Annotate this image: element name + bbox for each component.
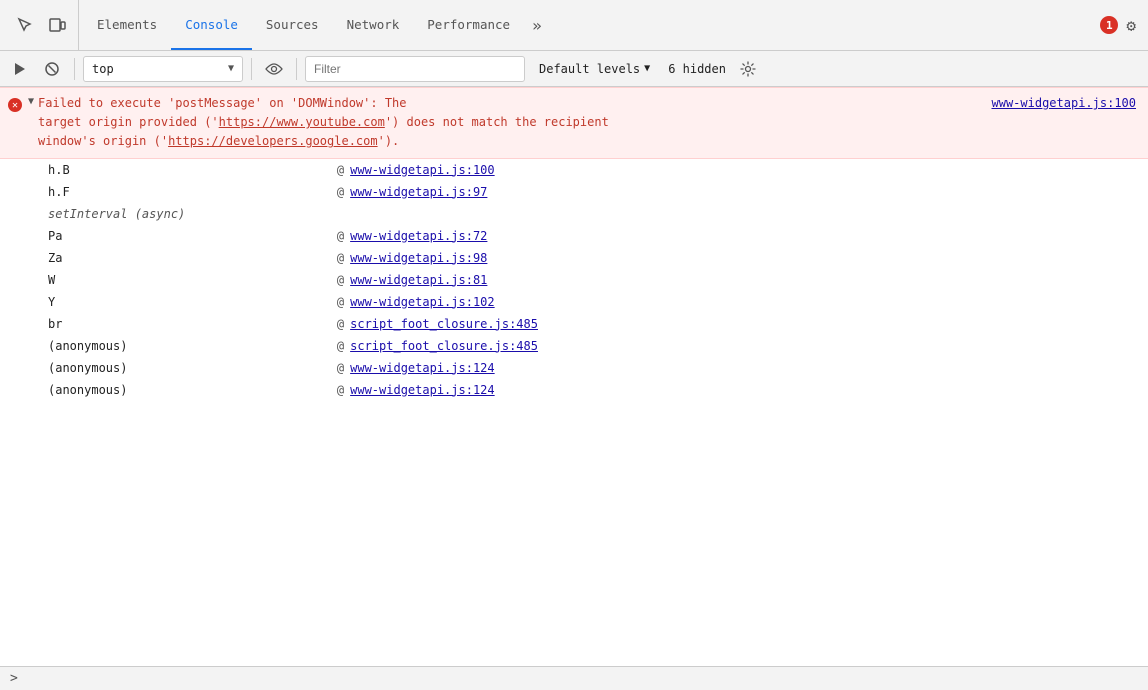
error-source-link[interactable]: www-widgetapi.js:100 [984, 92, 1148, 110]
tab-performance[interactable]: Performance [413, 0, 524, 50]
error-badge[interactable]: 1 [1100, 16, 1118, 34]
toolbar-divider-1 [74, 58, 75, 80]
stack-frame: h.B @ www-widgetapi.js:100 [0, 159, 1148, 181]
stack-frame: (anonymous) @ www-widgetapi.js:124 [0, 357, 1148, 379]
stack-at-symbol: @ [308, 163, 344, 177]
stack-fn-name: setInterval (async) [48, 207, 308, 221]
tab-sources[interactable]: Sources [252, 0, 333, 50]
eye-button[interactable] [260, 56, 288, 82]
stack-at-symbol: @ [308, 229, 344, 243]
devtools-icons [4, 0, 79, 50]
stack-fn-name: h.F [48, 185, 308, 199]
stack-fn-name: (anonymous) [48, 361, 308, 375]
console-toolbar: top ▼ Default levels ▼ 6 hidden [0, 51, 1148, 87]
bottom-bar: > [0, 666, 1148, 690]
stack-source-link[interactable]: www-widgetapi.js:124 [350, 361, 495, 375]
console-output: ✕ ▼ Failed to execute 'postMessage' on '… [0, 87, 1148, 666]
tab-bar: Elements Console Sources Network Perform… [0, 0, 1148, 51]
stack-fn-name: Za [48, 251, 308, 265]
execute-button[interactable] [6, 56, 34, 82]
youtube-link[interactable]: https://www.youtube.com [219, 115, 385, 129]
stack-frame: Y @ www-widgetapi.js:102 [0, 291, 1148, 313]
context-selector-arrow: ▼ [228, 63, 234, 74]
stack-at-symbol: @ [308, 361, 344, 375]
stack-source-link[interactable]: www-widgetapi.js:72 [350, 229, 487, 243]
settings-icon[interactable]: ⚙ [1126, 16, 1136, 35]
tab-console[interactable]: Console [171, 0, 252, 50]
log-levels-button[interactable]: Default levels ▼ [533, 56, 656, 82]
stack-frame: setInterval (async) [0, 203, 1148, 225]
stack-at-symbol: @ [308, 185, 344, 199]
stack-at-symbol: @ [308, 273, 344, 287]
stack-frame: Za @ www-widgetapi.js:98 [0, 247, 1148, 269]
cursor-icon[interactable] [12, 12, 38, 38]
device-icon[interactable] [44, 12, 70, 38]
stack-fn-name: (anonymous) [48, 339, 308, 353]
stack-source-link[interactable]: script_foot_closure.js:485 [350, 317, 538, 331]
stack-fn-name: Y [48, 295, 308, 309]
stack-source-link[interactable]: www-widgetapi.js:124 [350, 383, 495, 397]
clear-console-button[interactable] [38, 56, 66, 82]
tab-list: Elements Console Sources Network Perform… [83, 0, 550, 50]
error-text: Failed to execute 'postMessage' on 'DOMW… [38, 92, 983, 154]
tab-network[interactable]: Network [333, 0, 414, 50]
console-prompt[interactable]: > [10, 671, 18, 686]
stack-fn-name: W [48, 273, 308, 287]
filter-input[interactable] [305, 56, 525, 82]
stack-source-link[interactable]: www-widgetapi.js:102 [350, 295, 495, 309]
stack-frame: (anonymous) @ www-widgetapi.js:124 [0, 379, 1148, 401]
context-selector[interactable]: top ▼ [83, 56, 243, 82]
stack-frame: W @ www-widgetapi.js:81 [0, 269, 1148, 291]
toolbar-divider-2 [251, 58, 252, 80]
error-icon-col: ✕ [0, 92, 28, 112]
stack-frame: (anonymous) @ script_foot_closure.js:485 [0, 335, 1148, 357]
google-link[interactable]: https://developers.google.com [168, 134, 378, 148]
stack-source-link[interactable]: www-widgetapi.js:100 [350, 163, 495, 177]
stack-at-symbol: @ [308, 295, 344, 309]
tab-right-controls: 1 ⚙ [1100, 16, 1144, 35]
stack-frame: br @ script_foot_closure.js:485 [0, 313, 1148, 335]
stack-fn-name: Pa [48, 229, 308, 243]
error-count-icon: 1 [1100, 16, 1118, 34]
console-settings-button[interactable] [734, 56, 762, 82]
stack-source-link[interactable]: www-widgetapi.js:98 [350, 251, 487, 265]
stack-frame: h.F @ www-widgetapi.js:97 [0, 181, 1148, 203]
stack-source-link[interactable]: script_foot_closure.js:485 [350, 339, 538, 353]
stack-at-symbol: @ [308, 383, 344, 397]
more-tabs-button[interactable]: » [524, 0, 550, 50]
stack-at-symbol: @ [308, 339, 344, 353]
stack-fn-name: (anonymous) [48, 383, 308, 397]
stack-at-symbol: @ [308, 251, 344, 265]
error-line1: Failed to execute 'postMessage' on 'DOMW… [38, 96, 406, 110]
levels-arrow-icon: ▼ [644, 63, 650, 74]
stack-fn-name: br [48, 317, 308, 331]
hidden-count: 6 hidden [668, 62, 726, 76]
stack-at-symbol: @ [308, 317, 344, 331]
tab-elements[interactable]: Elements [83, 0, 171, 50]
error-expand-icon[interactable]: ▼ [28, 92, 38, 107]
stack-frame: Pa @ www-widgetapi.js:72 [0, 225, 1148, 247]
toolbar-divider-3 [296, 58, 297, 80]
stack-frames: h.B @ www-widgetapi.js:100h.F @ www-widg… [0, 159, 1148, 401]
error-line2: target origin provided ('https://www.you… [38, 115, 609, 129]
error-line3: window's origin ('https://developers.goo… [38, 134, 399, 148]
stack-source-link[interactable]: www-widgetapi.js:97 [350, 185, 487, 199]
stack-source-link[interactable]: www-widgetapi.js:81 [350, 273, 487, 287]
stack-fn-name: h.B [48, 163, 308, 177]
error-message-row: ✕ ▼ Failed to execute 'postMessage' on '… [0, 87, 1148, 159]
error-dot-icon: ✕ [8, 98, 22, 112]
